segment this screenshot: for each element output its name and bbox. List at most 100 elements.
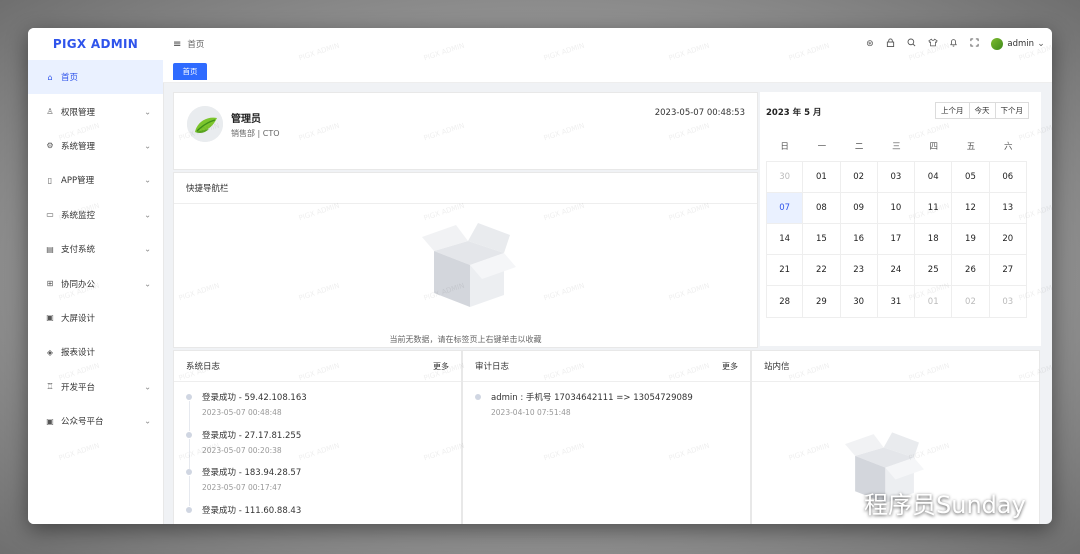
list-item[interactable]: 登录成功 - 59.42.108.163 2023-05-07 00:48:48 (186, 391, 451, 431)
quick-nav-empty-text: 当前无数据，请在标签页上右键单击以收藏 (389, 335, 542, 344)
timeline-line (188, 401, 190, 431)
lock-icon[interactable] (880, 38, 901, 50)
weekday-label: 四 (929, 141, 938, 152)
user-avatar[interactable] (991, 38, 1004, 50)
sidebar-item-label: 支付系统 (61, 245, 96, 256)
calendar-weekday-row: 日一二三四五六 (766, 130, 1027, 161)
chevron-down-icon: ⌄ (144, 141, 151, 151)
calendar-day[interactable]: 02 (840, 161, 878, 193)
calendar-day[interactable]: 22 (803, 255, 841, 287)
calendar-day[interactable]: 17 (877, 223, 916, 256)
calendar-day[interactable]: 06 (989, 161, 1027, 193)
chevron-down-icon[interactable]: ⌄ (1036, 39, 1046, 49)
timeline-dot (186, 394, 192, 400)
calendar-day[interactable]: 11 (915, 192, 953, 224)
calendar-day[interactable]: 01 (803, 161, 841, 193)
chevron-down-icon: ⌄ (144, 416, 151, 426)
calendar-week-row: 14 15 16 17 18 19 20 (766, 223, 1027, 256)
log-time: 2023-05-07 00:17:47 (202, 483, 282, 492)
search-icon[interactable] (901, 38, 922, 50)
wechat-platform-icon: ▣ (46, 416, 54, 426)
calendar-day[interactable]: 19 (952, 223, 990, 256)
next-month-button[interactable]: 下个月 (994, 102, 1029, 119)
log-time: 2023-05-07 00:20:38 (202, 445, 282, 455)
list-item[interactable]: 登录成功 - 27.17.81.255 2023-05-07 00:20:38 (186, 429, 451, 469)
calendar-day[interactable]: 03 (989, 286, 1027, 318)
calendar-day[interactable]: 05 (952, 161, 990, 193)
github-icon[interactable]: ⊛ (859, 39, 880, 49)
menu-toggle-icon[interactable]: ≡ (173, 39, 181, 50)
calendar-day[interactable]: 18 (915, 223, 953, 256)
sidebar-item[interactable]: ⊞ 协同办公 ⌄ (28, 266, 163, 300)
sidebar: PIGX ADMIN ⌂ 首页 ♙ 权限管理 ⌄ ⚙ 系统管理 ⌄ ▯ APP管理 ⌄ ▭ 系统监控 ⌄ ▤… (28, 28, 164, 524)
calendar-week-row: 28 29 30 31 01 02 03 (766, 286, 1027, 318)
audit-log-more-link[interactable]: 更多 (722, 361, 738, 372)
list-item[interactable]: admin : 手机号 17034642111 => 13054729089 20… (475, 391, 740, 429)
calendar-day[interactable]: 20 (989, 223, 1027, 256)
calendar-day[interactable]: 15 (803, 223, 841, 256)
calendar-day[interactable]: 30 (840, 286, 878, 318)
system-log-list: 登录成功 - 59.42.108.163 2023-05-07 00:48:48 登… (186, 391, 451, 524)
fullscreen-icon[interactable] (964, 38, 985, 50)
dashboard-content: 管理员 销售部 | CTO 2023-05-07 00:48:53 快捷导航栏 … (163, 82, 1052, 524)
calendar-day[interactable]: 28 (766, 286, 804, 318)
sidebar-item[interactable]: ▭ 系统监控 ⌄ (28, 198, 163, 232)
sidebar-item[interactable]: ♙ 权限管理 ⌄ (28, 94, 163, 128)
timeline-dot (186, 469, 192, 475)
audit-log-list: admin : 手机号 17034642111 => 13054729089 20… (475, 391, 740, 429)
sidebar-item[interactable]: ▤ 支付系统 ⌄ (28, 232, 163, 266)
profile-name: 管理员 (231, 114, 261, 125)
breadcrumb-item[interactable]: 首页 (187, 38, 204, 50)
report-icon: ◈ (46, 347, 54, 357)
calendar-day-today[interactable]: 07 (766, 192, 804, 224)
calendar-day[interactable]: 16 (840, 223, 878, 256)
calendar-day[interactable]: 04 (915, 161, 953, 193)
log-time: 2023-05-07 00:48:48 (202, 408, 282, 417)
sidebar-item[interactable]: ♖ 开发平台 ⌄ (28, 370, 163, 404)
user-name[interactable]: admin (1007, 39, 1034, 49)
quick-nav-header: 快捷导航栏 (174, 173, 757, 204)
calendar-day[interactable]: 27 (989, 255, 1027, 287)
calendar-day[interactable]: 30 (766, 161, 804, 193)
weekday-label: 二 (854, 141, 864, 152)
calendar-card: 2023 年 5 月 上个月 今天 下个月 日一二三四五六 30 01 02 03 04 0… (760, 92, 1041, 346)
calendar-day[interactable]: 03 (877, 161, 916, 193)
log-title: 登录成功 - 59.42.108.163 (202, 393, 307, 403)
shirt-icon[interactable] (922, 38, 943, 50)
calendar-day[interactable]: 13 (989, 192, 1027, 224)
system-log-more-link[interactable]: 更多 (433, 361, 449, 372)
calendar-day[interactable]: 21 (766, 255, 804, 287)
sidebar-item[interactable]: ◈ 报表设计 (28, 335, 163, 369)
calendar-day[interactable]: 09 (840, 192, 878, 224)
sidebar-item[interactable]: ▣ 大屏设计 (28, 301, 163, 335)
prev-month-button[interactable]: 上个月 (935, 102, 970, 119)
sidebar-item[interactable]: ⌂ 首页 (28, 60, 163, 95)
calendar-day[interactable]: 10 (877, 192, 916, 224)
sidebar-item-label: 报表设计 (61, 348, 96, 359)
calendar-day[interactable]: 31 (877, 286, 916, 318)
calendar-day[interactable]: 24 (877, 255, 916, 287)
list-item[interactable]: 登录成功 - 183.94.28.57 2023-05-07 00:17:47 (186, 466, 451, 506)
calendar-day[interactable]: 14 (766, 223, 804, 256)
system-log-title: 系统日志 (186, 362, 221, 372)
calendar-day[interactable]: 02 (952, 286, 990, 318)
sidebar-item[interactable]: ▣ 公众号平台 ⌄ (28, 404, 163, 438)
calendar-day[interactable]: 01 (915, 286, 953, 318)
tabs-bar: 首页 (163, 60, 1052, 83)
today-button[interactable]: 今天 (968, 102, 996, 119)
calendar-day[interactable]: 23 (840, 255, 878, 287)
calendar-day[interactable]: 26 (952, 255, 990, 287)
audit-log-card: 审计日志 更多 admin : 手机号 17034642111 => 13054… (462, 350, 751, 524)
calendar-day[interactable]: 25 (915, 255, 953, 287)
calendar-day[interactable]: 12 (952, 192, 990, 224)
list-item[interactable]: 登录成功 - 111.60.88.43 (186, 504, 451, 525)
sidebar-item-label: 大屏设计 (61, 313, 96, 324)
bell-icon[interactable] (943, 38, 964, 50)
tab-home[interactable]: 首页 (173, 63, 207, 80)
calendar-day[interactable]: 29 (803, 286, 841, 318)
sidebar-item[interactable]: ▯ APP管理 ⌄ (28, 163, 163, 197)
sidebar-item-label: 公众号平台 (61, 417, 104, 428)
calendar-day[interactable]: 08 (803, 192, 841, 224)
monitor-icon: ▭ (46, 210, 54, 220)
sidebar-item[interactable]: ⚙ 系统管理 ⌄ (28, 129, 163, 163)
